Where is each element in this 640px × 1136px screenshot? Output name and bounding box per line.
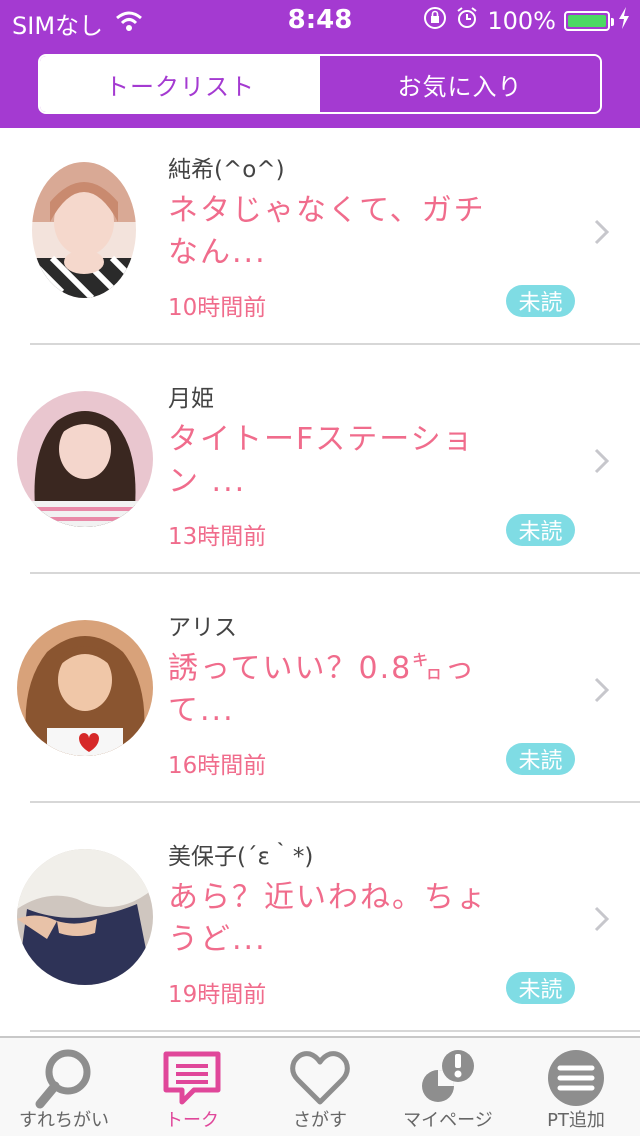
- sender-name: 美保子(´ε｀*): [168, 844, 314, 870]
- row-divider: [30, 572, 640, 574]
- tab-talklist[interactable]: トークリスト: [40, 56, 320, 112]
- message-preview: あら？近いわね。ちょうど...: [168, 880, 488, 957]
- profile-icon: [422, 1050, 474, 1102]
- tab-pt-add[interactable]: PT追加: [512, 1038, 640, 1136]
- app-screen: SIMなし 8:48 100% トークリスト お気に入り 純希(^o^) ネタじ…: [0, 0, 640, 1136]
- message-preview: ネタじゃなくて、ガチなん...: [168, 193, 486, 270]
- status-right: 100%: [423, 6, 630, 36]
- battery-percent: 100%: [487, 7, 556, 35]
- status-bar: SIMなし 8:48 100%: [0, 0, 640, 40]
- tab-label: さがす: [293, 1110, 347, 1131]
- unread-badge: 未読: [506, 743, 575, 775]
- unread-badge: 未読: [506, 972, 575, 1004]
- avatar: [17, 620, 153, 756]
- message-time: 10時間前: [168, 295, 267, 321]
- row-divider: [30, 343, 640, 345]
- chevron-right-icon: [594, 906, 610, 932]
- segmented-control: トークリスト お気に入り: [38, 54, 602, 114]
- tab-surechigai[interactable]: すれちがい: [0, 1038, 128, 1136]
- conversation-list: 純希(^o^) ネタじゃなくて、ガチなん... 10時間前 未読 月姫 タイトー…: [0, 128, 640, 1036]
- alarm-icon: [455, 6, 479, 36]
- tab-bar: すれちがい トーク さがす マイページ PT追加: [0, 1036, 640, 1136]
- row-divider: [30, 801, 640, 803]
- tab-talk[interactable]: トーク: [128, 1038, 256, 1136]
- sender-name: 純希(^o^): [168, 157, 285, 183]
- conversation-row[interactable]: 美保子(´ε｀*) あら？近いわね。ちょうど... 19時間前 未読: [0, 815, 640, 1036]
- message-time: 13時間前: [168, 524, 267, 550]
- conversation-row[interactable]: アリス 誘っていい？0.8㌔って... 16時間前 未読: [0, 586, 640, 815]
- tab-label: すれちがい: [19, 1110, 109, 1131]
- unread-badge: 未読: [506, 285, 575, 317]
- chat-icon: [163, 1051, 221, 1105]
- chevron-right-icon: [594, 448, 610, 474]
- row-divider: [30, 1030, 640, 1032]
- tab-label: マイページ: [403, 1110, 493, 1131]
- header: SIMなし 8:48 100% トークリスト お気に入り: [0, 0, 640, 128]
- unread-badge: 未読: [506, 514, 575, 546]
- search-icon: [35, 1049, 91, 1109]
- tab-sagasu[interactable]: さがす: [256, 1038, 384, 1136]
- rotation-lock-icon: [423, 6, 447, 36]
- avatar: [17, 391, 153, 527]
- sender-name: アリス: [168, 615, 237, 641]
- tab-favorites[interactable]: お気に入り: [320, 56, 600, 112]
- battery-icon: [564, 11, 614, 31]
- conversation-row[interactable]: 純希(^o^) ネタじゃなくて、ガチなん... 10時間前 未読: [0, 128, 640, 357]
- tab-label: トーク: [165, 1110, 219, 1131]
- sender-name: 月姫: [168, 386, 214, 412]
- message-preview: タイトーFステーション ...: [168, 422, 475, 499]
- avatar: [32, 162, 136, 298]
- heart-icon: [290, 1051, 350, 1105]
- charging-icon: [618, 7, 630, 35]
- message-preview: 誘っていい？0.8㌔って...: [168, 651, 477, 728]
- message-time: 19時間前: [168, 982, 267, 1008]
- chevron-right-icon: [594, 219, 610, 245]
- avatar: [17, 849, 153, 985]
- chevron-right-icon: [594, 677, 610, 703]
- conversation-row[interactable]: 月姫 タイトーFステーション ... 13時間前 未読: [0, 357, 640, 586]
- menu-icon: [548, 1050, 604, 1106]
- tab-mypage[interactable]: マイページ: [384, 1038, 512, 1136]
- message-time: 16時間前: [168, 753, 267, 779]
- tab-label: PT追加: [547, 1110, 605, 1131]
- battery-level: [568, 15, 606, 27]
